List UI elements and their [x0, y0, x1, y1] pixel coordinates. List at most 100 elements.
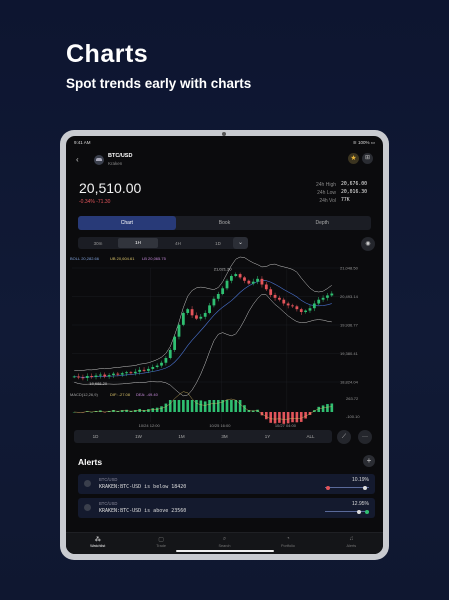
- candle-body: [112, 373, 115, 376]
- candle-body: [273, 294, 277, 298]
- candle-body: [151, 367, 155, 369]
- candle-body: [247, 280, 251, 284]
- range-1m[interactable]: 1M: [160, 434, 203, 439]
- stat-row: 24h Low 20,016.30: [291, 190, 371, 198]
- bell-icon: ♫: [349, 536, 354, 542]
- upper-band-line: [74, 256, 332, 372]
- macd-bar: [147, 409, 150, 412]
- alert-item[interactable]: BTC/USD KRAKEN:BTC-USD is below 18420 10…: [78, 474, 375, 494]
- tab-label: Watchlist: [90, 544, 106, 548]
- stat-row: 24h High 20,676.00: [291, 182, 371, 190]
- exchange-name: Kraken: [108, 161, 123, 166]
- candle-body: [216, 294, 220, 299]
- candle-body: [77, 376, 80, 378]
- tab-watchlist[interactable]: ⁂ Watchlist: [66, 533, 129, 554]
- alert-item[interactable]: BTC/USD KRAKEN:BTC-USD is above 23560 12…: [78, 498, 375, 518]
- candle-body: [142, 369, 146, 371]
- timeframe-4h[interactable]: 4H: [158, 241, 198, 246]
- macd-bar: [278, 412, 281, 423]
- candle-body: [120, 373, 124, 375]
- macd-bar: [269, 412, 272, 423]
- timeframe-1h[interactable]: 1H: [118, 238, 158, 248]
- timeframe-1d[interactable]: 1D: [198, 241, 238, 246]
- range-1d[interactable]: 1D: [74, 434, 117, 439]
- candle-body: [212, 298, 216, 306]
- eye-icon[interactable]: ◉: [361, 237, 375, 251]
- more-icon[interactable]: ⊞: [362, 153, 373, 164]
- candle-body: [133, 371, 137, 374]
- candle-body: [291, 305, 294, 307]
- candle-body: [190, 309, 194, 316]
- range-1w[interactable]: 1W: [117, 434, 160, 439]
- macd-bar: [160, 406, 163, 412]
- macd-bar: [304, 412, 307, 419]
- tab-book[interactable]: Book: [176, 216, 274, 230]
- tab-alerts[interactable]: ♫ Alerts: [320, 533, 383, 554]
- alert-pair: BTC/USD: [99, 501, 118, 506]
- alert-pair: BTC/USD: [99, 477, 118, 482]
- high-marker-label: 21,021.20: [214, 266, 233, 271]
- day-stats: 24h High 20,676.00 24h Low 20,016.30 24h…: [291, 182, 371, 206]
- macd-bar: [216, 400, 220, 412]
- candle-body: [221, 288, 225, 295]
- macd-bar: [190, 400, 194, 412]
- macd-tick: 263.72: [346, 396, 359, 401]
- star-icon[interactable]: ★: [348, 153, 359, 164]
- dea-label: DEA: -49.40: [136, 392, 159, 397]
- indicator-icon[interactable]: ⟋: [337, 430, 351, 444]
- tab-depth[interactable]: Depth: [273, 216, 371, 230]
- alert-current-marker: [357, 509, 361, 514]
- alert-target-marker: [365, 509, 369, 514]
- candle-body: [229, 275, 233, 281]
- candle-body: [308, 308, 312, 311]
- candle-body: [251, 281, 255, 284]
- status-time: 9:41 AM: [74, 140, 91, 145]
- range-all[interactable]: ALL: [289, 434, 332, 439]
- pair-header: ‹ BTC/USD Kraken ★ ⊞: [76, 152, 373, 170]
- macd-bar: [177, 400, 181, 412]
- macd-bar: [155, 407, 159, 412]
- macd-bar: [186, 400, 190, 412]
- stat-value: 20,016.30: [341, 190, 367, 195]
- boll-lb-label: LB 20,065.75: [142, 256, 167, 261]
- macd-bar: [199, 400, 203, 412]
- more-options-icon[interactable]: ···: [358, 430, 372, 444]
- macd-bar: [173, 400, 176, 412]
- candle-body: [147, 368, 150, 371]
- boll-ub-label: UB 20,604.61: [110, 256, 135, 261]
- candle-body: [155, 365, 159, 368]
- timeframe-selector: 30m 1H 4H 1D: [78, 237, 238, 249]
- candle-body: [295, 306, 299, 310]
- candle-body: [138, 369, 142, 372]
- battery-icon: ▭: [370, 140, 375, 145]
- candle-body: [203, 312, 207, 317]
- add-alert-icon[interactable]: +: [363, 455, 375, 467]
- chevron-down-icon[interactable]: ⌄: [233, 237, 248, 249]
- candle-body: [282, 299, 286, 304]
- tab-label: Portfolio: [280, 544, 295, 548]
- pair-name: BTC/USD: [108, 153, 133, 159]
- macd-bar: [265, 412, 268, 420]
- macd-tick: -100.10: [346, 414, 360, 419]
- macd-bar: [273, 412, 277, 424]
- range-3m[interactable]: 3M: [203, 434, 246, 439]
- promo-title: Charts: [66, 40, 149, 68]
- macd-label: MACD(12,26,9): [70, 392, 98, 397]
- status-bar: 9:41 AM ≋ 100% ▭: [74, 140, 375, 146]
- candle-body: [304, 310, 308, 313]
- tab-chart[interactable]: Chart: [78, 216, 176, 230]
- candle-body: [256, 278, 259, 282]
- price-axis: 21,048.50 20,493.14 19,936.77 19,380.41 18,8…: [340, 266, 359, 385]
- macd-bar: [321, 405, 325, 412]
- chevron-left-icon[interactable]: ‹: [76, 155, 79, 164]
- tab-label: Search: [218, 544, 231, 548]
- candle-body: [129, 372, 133, 374]
- home-indicator: [176, 550, 274, 552]
- candle-body: [234, 274, 238, 276]
- price-chart[interactable]: BOLL 20,282.66 UB 20,604.61 LB 20,065.75…: [66, 252, 383, 430]
- price-tick: 20,493.14: [340, 294, 359, 299]
- range-1y[interactable]: 1Y: [246, 434, 289, 439]
- kraken-logo-icon: [94, 155, 104, 165]
- candle-body: [225, 280, 229, 289]
- timeframe-30m[interactable]: 30m: [78, 241, 118, 246]
